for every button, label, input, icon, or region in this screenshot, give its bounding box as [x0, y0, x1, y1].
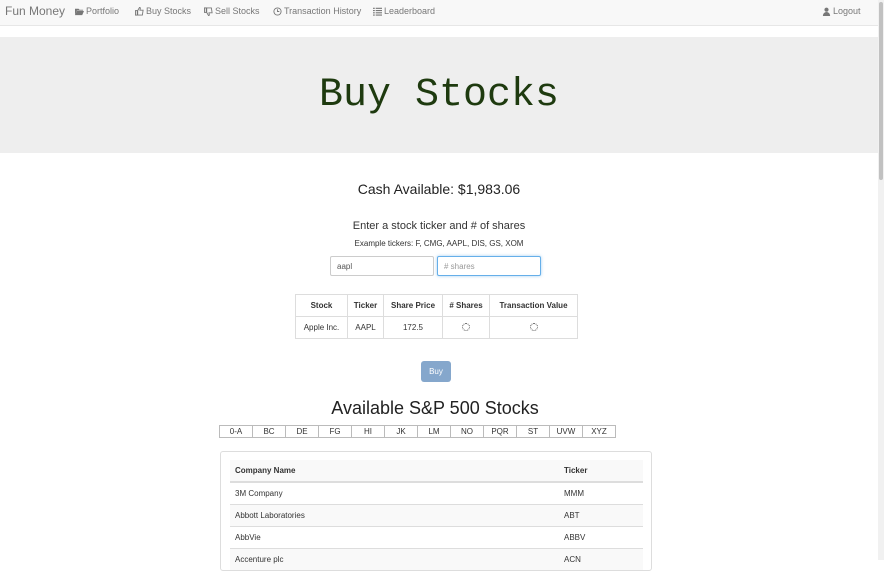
table-row[interactable]: 3M Company MMM: [230, 481, 643, 504]
company-name: 3M Company: [230, 481, 559, 504]
tab-de[interactable]: DE: [285, 425, 319, 438]
company-ticker: MMM: [559, 481, 643, 504]
table-row[interactable]: Accenture plc ACN: [230, 547, 643, 570]
scrollbar-thumb[interactable]: [879, 2, 883, 180]
col-stock: Stock: [295, 294, 348, 317]
tab-bc[interactable]: BC: [252, 425, 286, 438]
company-name: Abbott Laboratories: [230, 503, 559, 526]
col-ticker: Ticker: [347, 294, 384, 317]
col-company-ticker: Ticker: [559, 460, 643, 483]
nav-transaction-history-label: Transaction History: [284, 6, 362, 16]
navbar: Fun Money Portfolio Buy Stocks Sell Stoc…: [0, 0, 878, 26]
thumbs-up-icon: [135, 6, 144, 16]
cash-available: Cash Available: $1,983.06: [357, 181, 521, 197]
col-company-name: Company Name: [230, 460, 559, 483]
company-name: AbbVie: [230, 525, 559, 548]
company-ticker: ABBV: [559, 525, 643, 548]
nav-portfolio-label: Portfolio: [86, 6, 120, 16]
loading-spinner-icon: [462, 322, 470, 331]
list-icon: [373, 7, 382, 16]
ticker-input[interactable]: aapl: [330, 256, 434, 276]
nav-leaderboard[interactable]: Leaderboard: [373, 6, 435, 16]
logout-label: Logout: [833, 6, 861, 16]
tab-0-a[interactable]: 0-A: [219, 425, 253, 438]
nav-buy-stocks-label: Buy Stocks: [146, 6, 192, 16]
page-scrollbar[interactable]: [878, 0, 884, 560]
nav-portfolio[interactable]: Portfolio: [75, 6, 119, 16]
logout-link[interactable]: Logout: [822, 6, 861, 16]
example-tickers: Example tickers: F, CMG, AAPL, DIS, GS, …: [354, 239, 524, 248]
nav-sell-stocks-label: Sell Stocks: [215, 6, 260, 16]
table-row[interactable]: Abbott Laboratories ABT: [230, 503, 643, 526]
ticker-input-value: aapl: [337, 262, 353, 271]
brand-link[interactable]: Fun Money: [5, 4, 65, 18]
sp500-title: Available S&P 500 Stocks: [331, 398, 539, 418]
tab-lm[interactable]: LM: [417, 425, 451, 438]
companies-header-row: Company Name Ticker: [230, 460, 643, 483]
shares-input-placeholder: # shares: [444, 262, 475, 271]
nav-sell-stocks[interactable]: Sell Stocks: [204, 6, 260, 16]
folder-open-icon: [75, 8, 84, 15]
nav-transaction-history[interactable]: Transaction History: [273, 6, 361, 16]
col-share-price: Share Price: [383, 294, 443, 317]
quote-stock: Apple Inc.: [295, 316, 348, 339]
companies-table: Company Name Ticker 3M Company MMM Abbot…: [230, 460, 643, 570]
nav-leaderboard-label: Leaderboard: [384, 6, 436, 16]
thumbs-down-icon: [204, 6, 213, 16]
quote-shares-cell: [442, 316, 490, 339]
col-transaction-value: Transaction Value: [489, 294, 578, 317]
companies-panel: Company Name Ticker 3M Company MMM Abbot…: [220, 451, 652, 571]
quote-ticker: AAPL: [347, 316, 384, 339]
clock-icon: [273, 6, 282, 16]
quote-row: Apple Inc. AAPL 172.5: [295, 316, 578, 339]
company-name: Accenture plc: [230, 547, 559, 570]
form-instruction: Enter a stock ticker and # of shares: [352, 220, 526, 232]
tab-st[interactable]: ST: [516, 425, 550, 438]
letter-tabs: 0-A BC DE FG HI JK LM NO PQR ST UVW XYZ: [219, 425, 616, 438]
user-icon: [822, 7, 831, 16]
shares-input[interactable]: # shares: [437, 256, 541, 276]
nav-buy-stocks[interactable]: Buy Stocks: [135, 6, 191, 16]
company-ticker: ABT: [559, 503, 643, 526]
quote-value-cell: [489, 316, 578, 339]
company-ticker: ACN: [559, 547, 643, 570]
tab-jk[interactable]: JK: [384, 425, 418, 438]
jumbotron: Buy Stocks: [0, 37, 878, 153]
buy-button[interactable]: Buy: [421, 361, 451, 382]
tab-pqr[interactable]: PQR: [483, 425, 517, 438]
quote-header-row: Stock Ticker Share Price # Shares Transa…: [295, 294, 578, 317]
tab-xyz[interactable]: XYZ: [582, 425, 616, 438]
page-title: Buy Stocks: [318, 73, 560, 118]
tab-no[interactable]: NO: [450, 425, 484, 438]
tab-uvw[interactable]: UVW: [549, 425, 583, 438]
table-row[interactable]: AbbVie ABBV: [230, 525, 643, 548]
col-shares: # Shares: [442, 294, 490, 317]
quote-price: 172.5: [383, 316, 443, 339]
quote-table: Stock Ticker Share Price # Shares Transa…: [295, 294, 578, 339]
loading-spinner-icon: [529, 322, 538, 331]
tab-hi[interactable]: HI: [351, 425, 385, 438]
tab-fg[interactable]: FG: [318, 425, 352, 438]
